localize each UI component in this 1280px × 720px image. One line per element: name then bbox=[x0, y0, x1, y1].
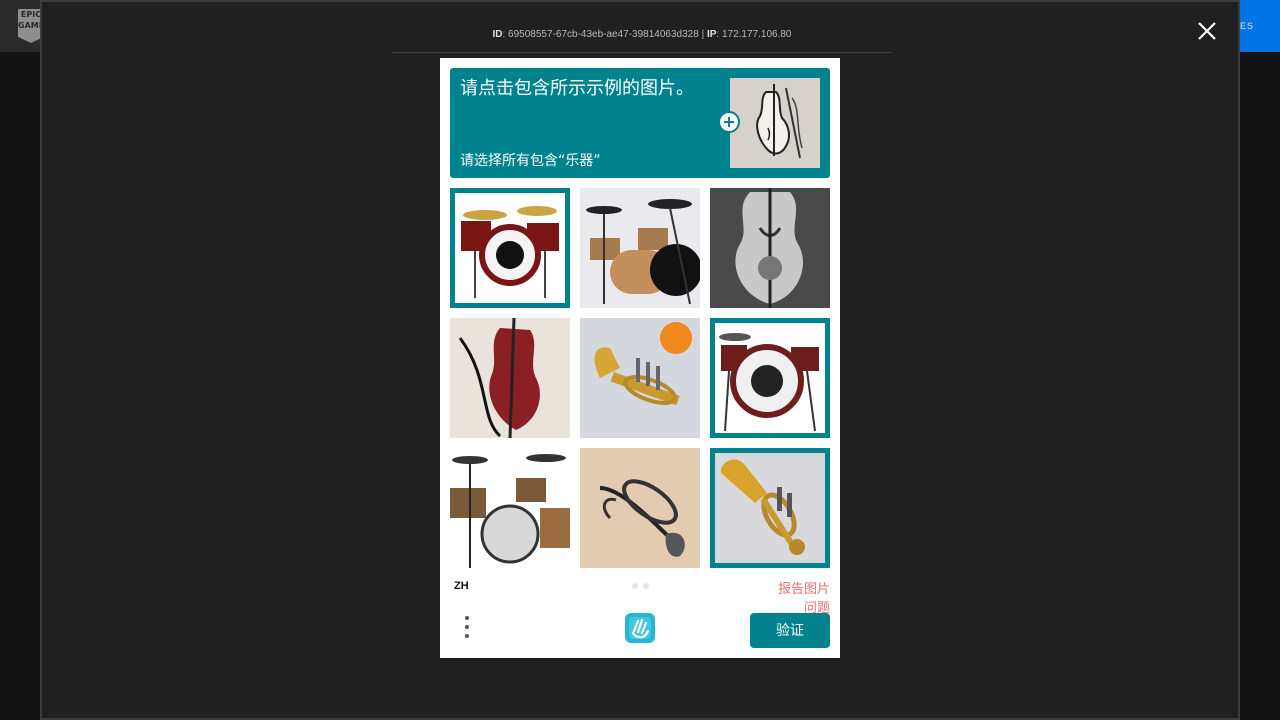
tile-9[interactable] bbox=[710, 448, 830, 568]
id-label: ID bbox=[492, 29, 503, 40]
page-dot-2 bbox=[643, 583, 649, 589]
tile-1[interactable] bbox=[450, 188, 570, 308]
ip-label: IP bbox=[706, 29, 717, 40]
page-indicator bbox=[632, 583, 652, 589]
prompt-title: 请点击包含所示示例的图片。 bbox=[460, 78, 694, 99]
drum-kit-icon bbox=[450, 448, 570, 568]
tile-4[interactable] bbox=[450, 318, 570, 438]
session-info: ID: 69508557-67cb-43eb-ae47-39814063d328… bbox=[392, 28, 892, 53]
trumpet-icon bbox=[580, 318, 700, 438]
prompt-subtitle: 请选择所有包含“乐器” bbox=[460, 153, 601, 169]
violin-icon bbox=[710, 188, 830, 308]
ip-value: : 172.177.106.80 bbox=[716, 29, 792, 40]
trumpet-sketch-icon bbox=[580, 448, 700, 568]
tile-8[interactable] bbox=[580, 448, 700, 568]
menu-dots-icon[interactable] bbox=[462, 616, 469, 642]
tile-6[interactable] bbox=[710, 318, 830, 438]
captcha-widget: 请点击包含所示示例的图片。 请选择所有包含“乐器” ZH 报告图片问题 验证 bbox=[440, 58, 840, 658]
tile-5[interactable] bbox=[580, 318, 700, 438]
tile-2[interactable] bbox=[580, 188, 700, 308]
tile-3[interactable] bbox=[710, 188, 830, 308]
drum-kit-icon bbox=[580, 188, 700, 308]
prompt-header: 请点击包含所示示例的图片。 请选择所有包含“乐器” bbox=[450, 68, 830, 178]
page-dot-1 bbox=[632, 583, 638, 589]
cello-icon bbox=[450, 318, 570, 438]
example-violin-image bbox=[730, 78, 820, 168]
drum-kit-icon bbox=[455, 193, 565, 303]
expand-example-icon[interactable] bbox=[718, 111, 740, 133]
tile-7[interactable] bbox=[450, 448, 570, 568]
drum-kit-icon bbox=[715, 323, 825, 433]
close-icon[interactable] bbox=[1196, 20, 1218, 42]
hcaptcha-logo-icon bbox=[623, 611, 657, 645]
language-selector[interactable]: ZH bbox=[454, 580, 469, 592]
image-grid bbox=[450, 188, 830, 568]
id-value: : 69508557-67cb-43eb-ae47-39814063d328 | bbox=[502, 29, 707, 40]
report-image-link[interactable]: 报告图片问题 bbox=[770, 578, 830, 616]
trumpet-icon bbox=[715, 453, 825, 563]
verify-button[interactable]: 验证 bbox=[750, 613, 830, 648]
